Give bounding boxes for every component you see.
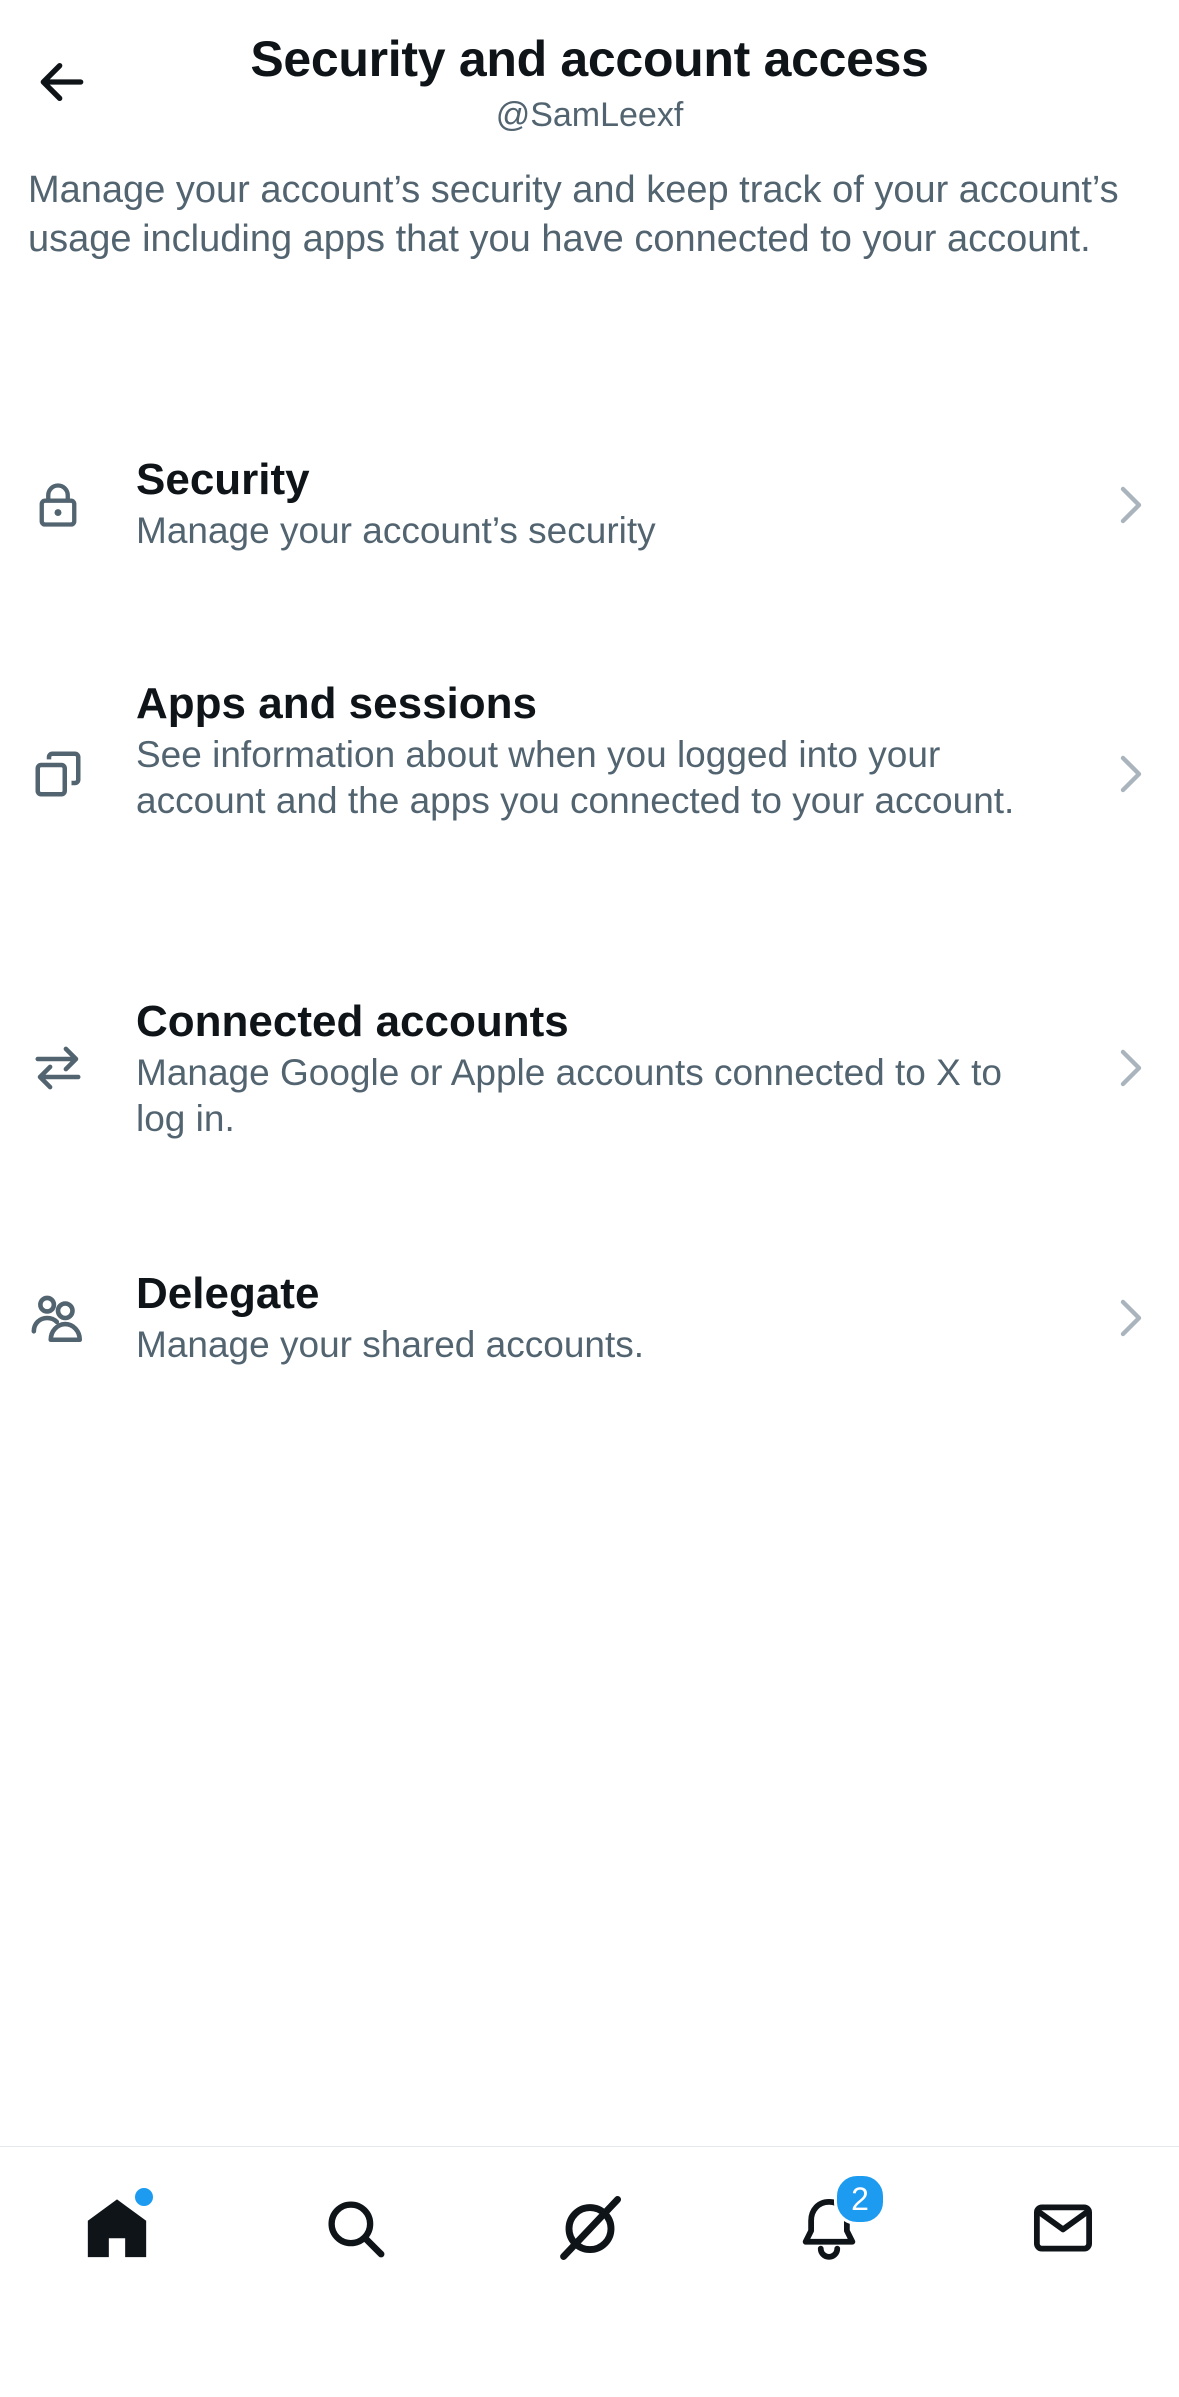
- menu-item-connected-accounts[interactable]: Connected accounts Manage Google or Appl…: [0, 992, 1179, 1142]
- menu-item-security[interactable]: Security Manage your account’s security: [0, 450, 1179, 560]
- page-description: Manage your account’s security and keep …: [28, 169, 1119, 260]
- menu-item-subtitle: See information about when you logged in…: [136, 734, 1015, 821]
- menu-item-subtitle: Manage your account’s security: [136, 510, 656, 551]
- tab-grok[interactable]: [545, 2183, 635, 2273]
- swap-arrows-icon: [28, 1038, 88, 1098]
- notification-badge: 2: [834, 2173, 886, 2225]
- account-handle: @SamLeexf: [495, 96, 684, 134]
- menu-item-title: Security: [136, 455, 310, 504]
- windows-icon: [28, 744, 88, 804]
- top-app-bar: Security and account access @SamLeexf: [0, 0, 1179, 150]
- menu-item-delegate[interactable]: Delegate Manage your shared accounts.: [0, 1264, 1179, 1374]
- chevron-right-icon: [1111, 475, 1151, 535]
- menu-item-text: Delegate Manage your shared accounts.: [136, 1268, 1056, 1368]
- menu-item-title: Delegate: [136, 1269, 320, 1318]
- chevron-right-icon: [1111, 1038, 1151, 1098]
- page-title: Security and account access: [250, 31, 929, 87]
- menu-item-subtitle: Manage your shared accounts.: [136, 1324, 645, 1365]
- tab-home[interactable]: [72, 2183, 162, 2273]
- mail-icon: [1033, 2204, 1093, 2252]
- menu-item-subtitle: Manage Google or Apple accounts connecte…: [136, 1052, 1002, 1139]
- people-icon: [28, 1288, 88, 1348]
- bottom-tab-bar: 2: [0, 2146, 1179, 2397]
- menu-item-text: Security Manage your account’s security: [136, 454, 1056, 554]
- grok-icon: [560, 2196, 622, 2260]
- chevron-right-icon: [1111, 744, 1151, 804]
- search-icon: [328, 2201, 385, 2258]
- home-unread-dot: [132, 2185, 156, 2209]
- menu-item-title: Connected accounts: [136, 997, 569, 1046]
- menu-item-text: Apps and sessions See information about …: [136, 678, 1056, 824]
- menu-item-apps-and-sessions[interactable]: Apps and sessions See information about …: [0, 674, 1179, 874]
- chevron-right-icon: [1111, 1288, 1151, 1348]
- lock-icon: [28, 475, 88, 535]
- menu-item-text: Connected accounts Manage Google or Appl…: [136, 996, 1056, 1142]
- menu-item-title: Apps and sessions: [136, 679, 538, 728]
- tab-messages[interactable]: [1018, 2183, 1108, 2273]
- tab-notifications[interactable]: 2: [784, 2173, 886, 2273]
- tab-search[interactable]: [310, 2183, 400, 2273]
